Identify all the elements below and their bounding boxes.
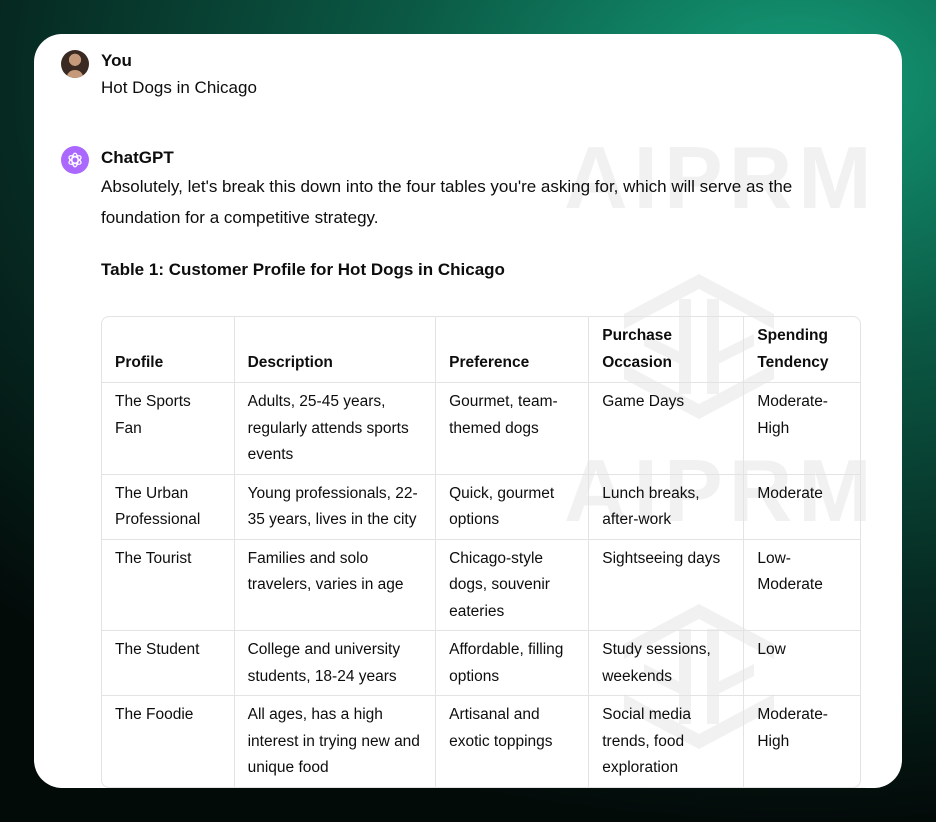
table-cell: All ages, has a high interest in trying … <box>235 696 437 787</box>
table-cell: The Student <box>102 631 235 696</box>
table-row: The Sports Fan Adults, 25-45 years, regu… <box>102 383 860 475</box>
table-cell: Adults, 25-45 years, regularly attends s… <box>234 383 437 475</box>
table-cell: Sightseeing days <box>589 539 745 631</box>
chat-card: AIPRM AIPRM AIPRM You Hot Dogs in Chicag… <box>34 34 902 788</box>
table-row: The Tourist Families and solo travelers,… <box>102 539 860 631</box>
table-cell: Families and solo travelers, varies in a… <box>234 539 437 631</box>
column-header: Purchase Occasion <box>589 317 745 383</box>
table-header-row: Profile Description Preference Purchase … <box>102 317 860 383</box>
table-cell: Moderate-High <box>744 383 860 475</box>
chatgpt-avatar <box>61 146 89 174</box>
table-row: The Foodie All ages, has a high interest… <box>102 696 860 787</box>
table-cell: Artisanal and exotic toppings <box>436 696 590 787</box>
user-name: You <box>101 51 132 70</box>
table-row: The Urban Professional Young professiona… <box>102 474 860 540</box>
table-cell: Low-Moderate <box>744 540 860 631</box>
table-cell: Quick, gourmet options <box>436 474 590 540</box>
user-message: Hot Dogs in Chicago <box>101 78 257 97</box>
table-cell: College and university students, 18-24 y… <box>234 631 437 696</box>
table-cell: Lunch breaks, after-work <box>589 474 745 540</box>
table-cell: The Urban Professional <box>102 474 235 540</box>
user-avatar <box>61 50 89 78</box>
table-title: Table 1: Customer Profile for Hot Dogs i… <box>101 260 505 279</box>
table-cell: Study sessions, weekends <box>589 631 745 696</box>
chatgpt-logo-icon <box>68 152 82 168</box>
table-cell: Moderate-High <box>757 706 828 750</box>
column-header: Spending Tendency <box>744 317 860 383</box>
column-header: Preference <box>436 317 590 383</box>
table-cell: Social media trends, food exploration <box>589 696 745 787</box>
column-header: Profile <box>102 317 235 383</box>
table-cell: Chicago-style dogs, souvenir eateries <box>436 539 590 631</box>
table-cell: Moderate <box>744 475 860 540</box>
table-cell: Gourmet, team-themed dogs <box>436 383 590 475</box>
table-row: The Student College and university stude… <box>102 631 860 696</box>
customer-profile-table: Profile Description Preference Purchase … <box>101 316 861 788</box>
assistant-intro: Absolutely, let's break this down into t… <box>101 177 793 227</box>
table-cell: The Sports Fan <box>102 383 235 475</box>
table-cell: Young professionals, 22-35 years, lives … <box>234 474 437 540</box>
table-cell: The Foodie <box>102 696 235 787</box>
table-cell: Low <box>744 631 860 696</box>
table-cell: The Tourist <box>102 539 235 631</box>
assistant-name: ChatGPT <box>101 148 174 167</box>
table-cell: Game Days <box>589 383 745 475</box>
table-cell: Affordable, filling options <box>436 631 590 696</box>
column-header: Description <box>234 317 437 383</box>
